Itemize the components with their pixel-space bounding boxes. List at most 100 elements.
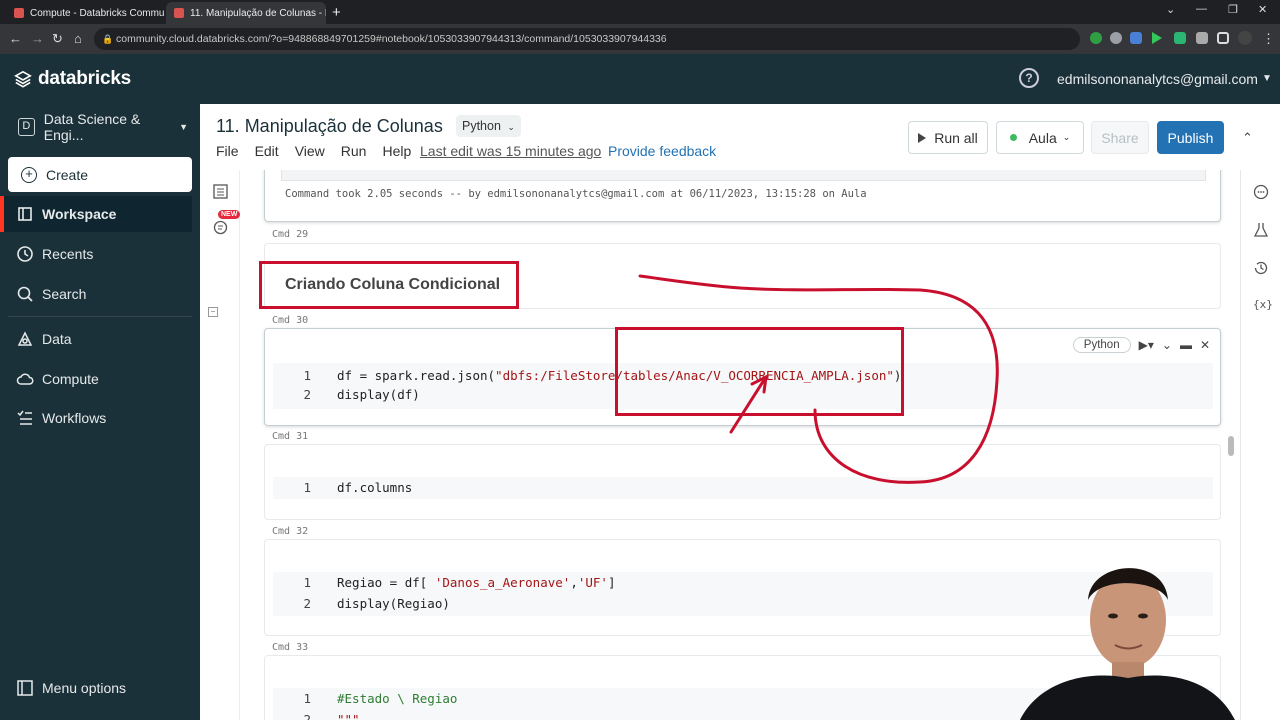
chevron-down-icon: ⌄ — [507, 122, 515, 132]
run-all-label: Run all — [934, 129, 978, 146]
chevron-down-icon[interactable]: ▼ — [1262, 73, 1272, 84]
cluster-name: Aula — [1028, 129, 1057, 146]
menu-edit[interactable]: Edit — [255, 143, 279, 159]
menu-options-label: Menu options — [42, 680, 127, 696]
vertical-scrollbar[interactable] — [1228, 436, 1234, 456]
presenter-webcam-image — [1020, 568, 1235, 720]
sidebar-item-data[interactable]: Data — [0, 321, 192, 357]
sidebar: D Data Science & Engi... ▼ + Create Work… — [0, 104, 200, 720]
workflows-icon — [17, 410, 32, 425]
cloud-icon — [16, 373, 34, 385]
tab-title: Compute - Databricks Communi — [30, 7, 164, 19]
data-icon — [17, 331, 33, 346]
back-icon[interactable]: ← — [9, 31, 22, 46]
create-button[interactable]: + Create — [8, 157, 192, 192]
menu-file[interactable]: File — [216, 143, 239, 159]
workspace-d-icon: D — [18, 118, 35, 136]
tab-title: 11. Manipulação de Colunas - D — [190, 7, 326, 19]
share-label: Share — [1101, 129, 1139, 146]
sidebar-item-label: Data — [42, 331, 72, 347]
app-header: databricks ? edmilsononanalytcs@gmail.co… — [0, 54, 1280, 104]
url-input[interactable]: 🔒 community.cloud.databricks.com/?o=9488… — [94, 28, 1080, 50]
sidebar-item-compute[interactable]: Compute — [0, 361, 192, 397]
sidebar-item-search[interactable]: Search — [0, 276, 192, 312]
language-selector[interactable]: Python ⌄ — [456, 115, 521, 137]
last-edit-link[interactable]: Last edit was 15 minutes ago — [420, 143, 601, 159]
workspace-icon — [18, 207, 32, 221]
notebook-menu: File Edit View Run Help — [216, 143, 411, 159]
cluster-selector[interactable]: Aula ⌄ — [996, 121, 1084, 154]
browser-address-bar: ← → ↻ ⌂ 🔒 community.cloud.databricks.com… — [0, 24, 1280, 54]
right-rail: {x} — [1240, 170, 1280, 720]
databricks-favicon-icon — [14, 8, 24, 18]
brand-name: databricks — [38, 68, 132, 89]
play-extension-icon[interactable] — [1152, 32, 1162, 44]
workspace-label: Data Science & Engi... — [43, 111, 141, 143]
experiment-flask-icon[interactable] — [1253, 222, 1269, 238]
collapse-header-icon[interactable]: ⌃ — [1242, 130, 1253, 146]
run-all-button[interactable]: Run all — [908, 121, 988, 154]
menu-run[interactable]: Run — [341, 143, 367, 159]
help-icon[interactable]: ? — [1019, 68, 1039, 88]
databricks-favicon-icon — [174, 8, 184, 18]
sidebar-item-label: Workspace — [42, 206, 117, 222]
play-icon — [918, 132, 927, 143]
sidebar-item-recents[interactable]: Recents — [0, 236, 192, 272]
menu-view[interactable]: View — [295, 143, 325, 159]
table-of-contents-icon[interactable] — [213, 184, 228, 199]
sidebar-item-label: Search — [42, 286, 87, 302]
browser-tab-compute[interactable]: Compute - Databricks Communi ✕ — [6, 2, 164, 24]
lock-icon: 🔒 — [102, 34, 114, 44]
sidebar-item-label: Recents — [42, 246, 94, 262]
collapse-cell-icon[interactable]: − — [208, 307, 218, 317]
new-tab-icon[interactable]: + — [332, 4, 341, 21]
search-icon — [17, 286, 33, 302]
create-label: Create — [46, 166, 89, 183]
language-label: Python — [462, 119, 501, 133]
publish-button[interactable]: Publish — [1157, 121, 1224, 154]
puzzle-icon[interactable] — [1196, 32, 1208, 44]
reload-icon[interactable]: ↻ — [52, 31, 63, 47]
databricks-logo-icon — [14, 70, 32, 88]
extension-icon[interactable] — [1090, 32, 1102, 44]
sidebar-divider — [8, 316, 192, 317]
new-badge: NEW — [218, 210, 241, 219]
workspace-selector[interactable]: D Data Science & Engi... ▼ — [18, 111, 188, 143]
revision-history-icon[interactable] — [1253, 260, 1269, 276]
browser-menu-icon[interactable]: ⋮ — [1262, 31, 1275, 47]
variables-icon[interactable]: {x} — [1253, 298, 1273, 314]
url-text: community.cloud.databricks.com/?o=948868… — [116, 33, 667, 45]
menu-options[interactable]: Menu options — [16, 679, 126, 697]
profile-avatar[interactable] — [1238, 31, 1252, 45]
maximize-icon[interactable]: ❐ — [1228, 3, 1238, 16]
sidebar-item-workspace[interactable]: Workspace — [0, 196, 192, 232]
clock-icon — [17, 246, 33, 262]
home-icon[interactable]: ⌂ — [74, 31, 82, 46]
publish-label: Publish — [1167, 129, 1214, 146]
provide-feedback-link[interactable]: Provide feedback — [608, 143, 716, 159]
browser-tab-notebook[interactable]: 11. Manipulação de Colunas - D ✕ — [166, 2, 326, 24]
browser-tab-bar: Compute - Databricks Communi ✕ 11. Manip… — [0, 0, 1280, 24]
menu-help[interactable]: Help — [382, 143, 411, 159]
user-menu[interactable]: edmilsononanalytcs@gmail.com — [1057, 71, 1258, 87]
sidebar-item-workflows[interactable]: Workflows — [0, 400, 192, 436]
sidepanel-icon[interactable] — [1217, 32, 1229, 44]
notebook-title[interactable]: 11. Manipulação de Colunas — [216, 116, 443, 137]
comment-icon[interactable] — [1253, 184, 1269, 200]
translate-icon[interactable] — [1130, 32, 1142, 44]
forward-icon[interactable]: → — [31, 31, 44, 46]
extension-icon[interactable] — [1110, 32, 1122, 44]
sidebar-item-label: Compute — [42, 371, 99, 387]
sidebar-item-label: Workflows — [42, 410, 107, 426]
notebook-gutter: NEW − — [200, 170, 241, 720]
databricks-logo[interactable]: databricks — [14, 68, 131, 90]
caret-down-icon: ▼ — [179, 122, 188, 132]
comments-icon[interactable] — [213, 220, 228, 235]
cluster-status-dot — [1009, 134, 1017, 141]
minimize-icon[interactable]: — — [1196, 3, 1207, 15]
extension-icon[interactable] — [1174, 32, 1186, 44]
plus-circle-icon: + — [21, 166, 37, 183]
tab-search-icon[interactable]: ⌄ — [1166, 3, 1175, 16]
window-close-icon[interactable]: ✕ — [1258, 3, 1267, 16]
share-button[interactable]: Share — [1091, 121, 1149, 154]
